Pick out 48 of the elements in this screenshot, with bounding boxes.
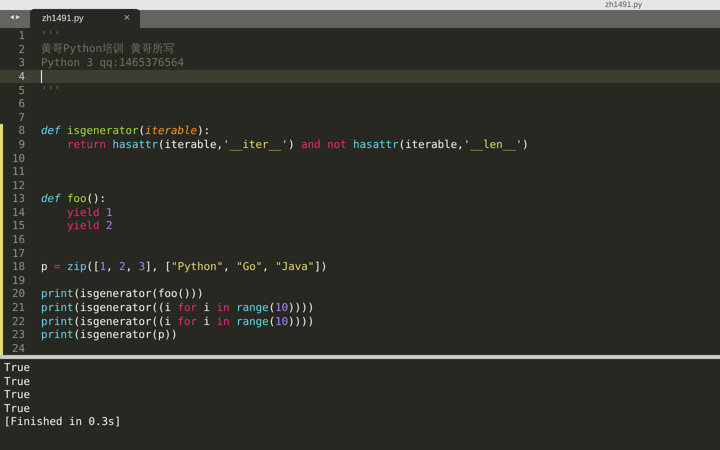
line-number: 2 (17, 42, 25, 56)
code-line: ''' (41, 29, 61, 42)
line-number: 5 (17, 84, 25, 97)
output-line: True (4, 361, 32, 375)
line-number: 3 (17, 56, 25, 70)
output-line: True (4, 374, 32, 388)
code-line: 黄哥Python培训 黄哥所写 (41, 42, 175, 56)
line-number: 21 (10, 301, 25, 314)
line-number: 20 (10, 287, 25, 300)
line-number: 24 (10, 342, 25, 355)
line-number: 10 (10, 152, 25, 165)
code-line: Python 3 qq:1465376564 (41, 56, 184, 70)
code-line: print(isgenerator((i for i in range(10)))) (41, 314, 314, 328)
close-button[interactable]: × (124, 12, 130, 24)
line-number: 1 (17, 29, 25, 42)
line-number: 13 (10, 192, 25, 206)
code-line: ''' (41, 84, 61, 97)
code-line: yield 2 (66, 219, 113, 232)
code-line: p = zip([1, 2, 3], ["Python", "Go", "Java"]) (41, 260, 328, 274)
code-line: return hasattr(iterable,'__iter__') and not hasattr(iterable,'__len__') (66, 138, 529, 151)
line-number: 17 (10, 246, 25, 260)
line-number: 9 (17, 138, 25, 151)
line-number: 4 (17, 70, 25, 83)
line-number: 8 (17, 124, 25, 138)
line-number: 22 (10, 314, 25, 328)
code-line: def isgenerator(iterable): (41, 124, 210, 138)
line-number: 14 (10, 206, 25, 219)
line-number: 19 (10, 274, 25, 287)
window-title: zh1491.py (605, 0, 642, 10)
file-tab[interactable]: zh1491.py × (30, 8, 140, 28)
line-number: 6 (17, 97, 25, 110)
output-line: True (4, 402, 32, 416)
tab-label: zh1491.py (42, 13, 84, 24)
output-line: True (4, 388, 32, 402)
line-number: 7 (17, 110, 25, 124)
text-cursor (41, 70, 42, 83)
code-line: print(isgenerator(p)) (41, 328, 178, 342)
line-number: 12 (10, 178, 25, 192)
line-number: 16 (10, 233, 25, 246)
output-line: [Finished in 0.3s] (4, 415, 122, 429)
code-line: print(isgenerator(foo())) (41, 287, 204, 300)
line-number: 15 (10, 219, 25, 232)
line-number: 23 (10, 328, 25, 342)
code-line: yield 1 (66, 206, 113, 219)
line-number: 18 (10, 260, 25, 274)
code-line: def foo(): (41, 192, 106, 206)
code-line: print(isgenerator((i for i in range(10)))) (41, 301, 314, 314)
line-number: 11 (10, 165, 25, 178)
